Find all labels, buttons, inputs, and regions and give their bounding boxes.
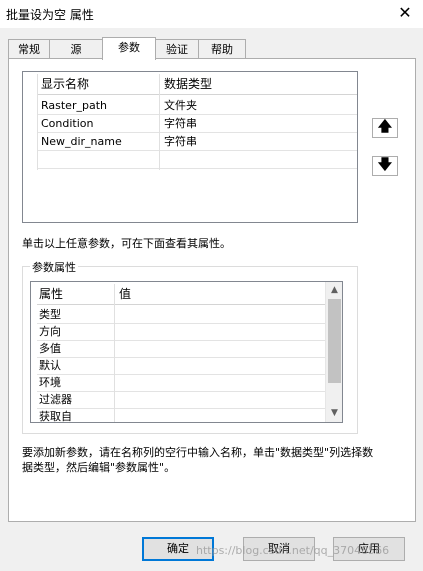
tab-general[interactable]: 常规: [8, 39, 50, 59]
tab-strip: 常规 源 参数 验证 帮助: [8, 37, 418, 60]
table-row[interactable]: 过滤器: [37, 391, 325, 409]
property-name-cell: 方向: [39, 325, 61, 338]
param-type-cell[interactable]: 字符串: [164, 133, 197, 150]
param-properties-grid-header: 属性 值: [37, 284, 325, 305]
param-properties-group-label: 参数属性: [30, 259, 78, 275]
param-name-cell[interactable]: Raster_path: [41, 97, 107, 114]
param-properties-grid[interactable]: 属性 值 类型 方向 多值 默认 环境 过滤器 获取自 ▲ ▼: [30, 281, 343, 423]
table-row[interactable]: New_dir_name 字符串: [37, 133, 357, 151]
parameters-grid-header: 显示名称 数据类型: [37, 74, 357, 95]
tab-help[interactable]: 帮助: [198, 39, 246, 59]
window-title: 批量设为空 属性: [6, 8, 94, 22]
table-row[interactable]: 默认: [37, 357, 325, 375]
scroll-down-icon[interactable]: ▼: [326, 405, 342, 422]
column-divider: [159, 74, 160, 170]
column-header-display-name[interactable]: 显示名称: [41, 74, 89, 94]
table-row[interactable]: 类型: [37, 306, 325, 324]
close-icon[interactable]: ✕: [395, 3, 415, 23]
column-header-value[interactable]: 值: [119, 284, 131, 304]
title-bar: 批量设为空 属性 ✕: [0, 0, 423, 28]
property-name-cell: 默认: [39, 359, 61, 372]
column-header-data-type[interactable]: 数据类型: [164, 74, 212, 94]
tab-source[interactable]: 源: [49, 39, 103, 59]
param-type-cell[interactable]: 文件夹: [164, 97, 197, 114]
tab-parameters[interactable]: 参数: [102, 37, 156, 60]
column-header-property[interactable]: 属性: [39, 284, 63, 304]
table-row[interactable]: 环境: [37, 374, 325, 392]
hint-text: 单击以上任意参数，可在下面查看其属性。: [22, 237, 231, 250]
table-row[interactable]: 多值: [37, 340, 325, 358]
table-row[interactable]: 方向: [37, 323, 325, 341]
tab-validation[interactable]: 验证: [155, 39, 199, 59]
arrow-down-icon: 🡇: [377, 157, 393, 173]
table-row-empty[interactable]: [37, 151, 357, 169]
vertical-scrollbar[interactable]: ▲ ▼: [325, 282, 342, 422]
watermark-text: https://blog.csdn.net/qq_37048566: [196, 544, 390, 557]
scroll-up-icon[interactable]: ▲: [326, 282, 342, 299]
table-row[interactable]: 获取自: [37, 408, 325, 423]
scrollbar-thumb[interactable]: [328, 299, 341, 383]
instruction-text: 要添加新参数，请在名称列的空行中输入名称，单击"数据类型"列选择数据类型，然后编…: [22, 446, 374, 474]
parameters-grid[interactable]: 显示名称 数据类型 Raster_path 文件夹 Condition 字符串 …: [22, 71, 358, 223]
arrow-up-icon: 🡅: [377, 119, 393, 135]
param-type-cell[interactable]: 字符串: [164, 115, 197, 132]
param-name-cell[interactable]: New_dir_name: [41, 133, 122, 150]
move-down-button[interactable]: 🡇: [372, 156, 398, 176]
row-selector-column-divider: [37, 74, 38, 170]
property-name-cell: 获取自: [39, 410, 72, 423]
param-name-cell[interactable]: Condition: [41, 115, 94, 132]
move-up-button[interactable]: 🡅: [372, 118, 398, 138]
column-divider: [114, 284, 115, 422]
property-name-cell: 多值: [39, 342, 61, 355]
property-name-cell: 类型: [39, 308, 61, 321]
table-row[interactable]: Raster_path 文件夹: [37, 97, 357, 115]
property-name-cell: 环境: [39, 376, 61, 389]
table-row[interactable]: Condition 字符串: [37, 115, 357, 133]
property-name-cell: 过滤器: [39, 393, 72, 406]
